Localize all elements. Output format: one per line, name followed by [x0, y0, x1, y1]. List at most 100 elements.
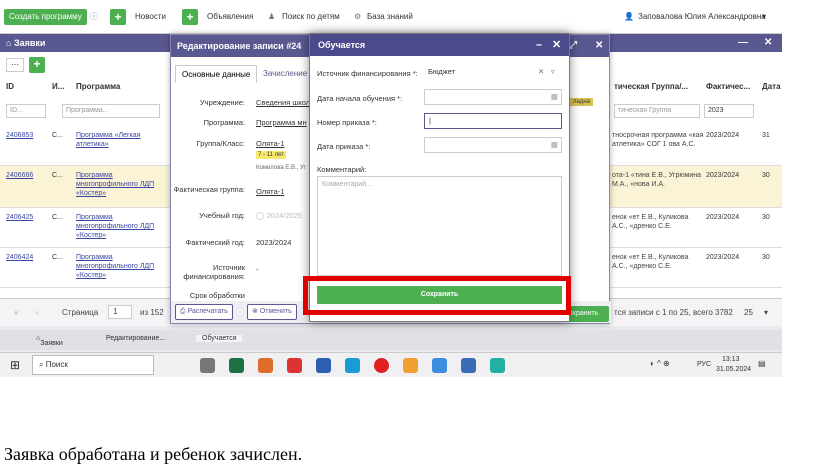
desktop-screenshot: Создать программу ⓘ + Новости + Объявлен… — [0, 0, 782, 377]
close-icon[interactable]: ✕ — [764, 34, 772, 52]
column-header-year[interactable]: Фактичес... — [706, 82, 750, 91]
row-id[interactable]: 2406424 — [6, 253, 33, 262]
column-header-group[interactable]: тическая Группа/... — [614, 82, 688, 91]
add-ad-button[interactable]: + — [182, 9, 198, 25]
close-icon[interactable]: ✕ — [595, 35, 603, 57]
filter-id-input[interactable]: ID... — [6, 104, 46, 118]
field-value[interactable]: ◯ 2024/2025 — [256, 211, 302, 220]
filter-program-input[interactable]: Программа... — [62, 104, 160, 118]
minimize-icon[interactable]: – — [536, 34, 542, 56]
page-label: Страница — [62, 308, 99, 317]
field-label: Фактический год: — [185, 238, 245, 247]
create-program-button[interactable]: Создать программу — [4, 9, 87, 25]
minimize-icon[interactable]: — — [738, 34, 748, 52]
per-page-select[interactable]: 25 — [744, 308, 753, 317]
field-label: Учебный год: — [199, 211, 245, 220]
tab-enrolled[interactable]: Обучается — [196, 335, 243, 342]
prev-page-icon[interactable]: ‹ — [36, 308, 39, 317]
calendar-icon[interactable]: ▦ — [551, 138, 558, 152]
order-date-input[interactable]: ▦ — [424, 137, 562, 153]
tray-icons[interactable]: ◐ ^ ⊕ — [650, 359, 670, 368]
news-link[interactable]: Новости — [135, 9, 166, 25]
language-indicator[interactable]: РУС — [697, 361, 711, 368]
user-name[interactable]: Заповалова Юлия Александровна — [638, 9, 766, 25]
field-value[interactable]: Олята-1 — [256, 139, 284, 148]
tab-enrollment[interactable]: Зачисление — [257, 65, 313, 83]
chevron-down-icon[interactable]: ▾ — [762, 9, 766, 25]
tab-editing[interactable]: Редактирование... — [106, 335, 165, 342]
app-icon[interactable] — [490, 358, 505, 373]
add-application-button[interactable]: + — [29, 56, 45, 74]
app-icon[interactable] — [432, 358, 447, 373]
print-button[interactable]: ⎙ Распечатать — [175, 304, 233, 320]
add-news-button[interactable]: + — [110, 9, 126, 25]
chevron-down-icon[interactable]: ▾ — [764, 308, 768, 317]
cancel-button-label: Отменить — [259, 308, 292, 315]
field-value[interactable]: Олята-1 — [256, 187, 284, 196]
column-header-date[interactable]: Дата — [762, 82, 781, 91]
field-value: 2023/2024 — [256, 238, 292, 247]
person-icon: ♟ — [268, 12, 276, 21]
taskbar-search[interactable]: ⌕ Поиск — [32, 355, 154, 375]
column-header-i[interactable]: И... — [52, 82, 64, 91]
edge-icon[interactable] — [345, 358, 360, 373]
comment-textarea[interactable]: Комментарий... — [317, 176, 562, 276]
knowledge-base-link[interactable]: База знаний — [367, 9, 413, 25]
row-program[interactable]: Программа «Легкая атлетика» — [76, 131, 166, 149]
more-icon[interactable]: ··· — [6, 58, 24, 72]
word-icon[interactable] — [316, 358, 331, 373]
order-number-input[interactable]: | — [424, 113, 562, 129]
app-icon[interactable] — [461, 358, 476, 373]
ads-link[interactable]: Объявления — [207, 9, 253, 25]
records-info: тся записи с 1 по 25, всего 3782 — [614, 308, 733, 317]
folder-icon[interactable] — [403, 358, 418, 373]
field-value[interactable]: Программа мн — [256, 118, 307, 127]
row-program[interactable]: Программа многопрофильного ЛДП «Костер» — [76, 171, 166, 198]
notifications-icon[interactable]: ▤ — [758, 359, 766, 368]
task-view-icon[interactable] — [200, 358, 215, 373]
row-program[interactable]: Программа многопрофильного ЛДП «Костер» — [76, 213, 166, 240]
field-label: Срок обработки — [189, 291, 245, 300]
app-icon[interactable] — [258, 358, 273, 373]
row-id[interactable]: 2406853 — [6, 131, 33, 140]
row-date: 30 — [762, 254, 770, 261]
column-header-id[interactable]: ID — [6, 82, 14, 91]
order-number-label: Номер приказа *: — [317, 118, 377, 127]
windows-start-icon[interactable]: ⊞ — [10, 358, 20, 372]
tab-applications[interactable]: ⌂ Заявки — [36, 335, 63, 347]
field-value-text: 2024/2025 — [266, 211, 302, 220]
tab-label: Заявки — [40, 340, 63, 347]
row-id[interactable]: 2406425 — [6, 213, 33, 222]
maximize-icon[interactable]: ⤢ — [569, 35, 577, 57]
excel-icon[interactable] — [229, 358, 244, 373]
comment-label: Комментарий: — [317, 165, 367, 174]
yandex-icon[interactable] — [287, 358, 302, 373]
clock-date: 31.05.2024 — [716, 366, 752, 373]
row-program[interactable]: Программа многопрофильного ЛДП «Костер» — [76, 253, 166, 280]
filter-year-select[interactable]: 2023 — [704, 104, 754, 118]
cancel-button[interactable]: ⊗ Отменить — [247, 304, 297, 320]
field-value[interactable]: Сведения школ — [256, 98, 310, 107]
calendar-icon[interactable]: ▦ — [551, 90, 558, 104]
highlight-frame — [303, 276, 571, 315]
first-page-icon[interactable]: « — [14, 308, 18, 317]
tab-main-data[interactable]: Основные данные — [175, 65, 258, 83]
row-date: 31 — [762, 132, 770, 139]
row-year: 2023/2024 — [706, 172, 740, 179]
page-input[interactable]: 1 — [108, 305, 132, 319]
chevron-down-icon[interactable]: ▿ — [551, 65, 555, 79]
close-icon[interactable]: ✕ — [552, 34, 561, 56]
row-id[interactable]: 2406666 — [6, 171, 33, 180]
finance-select[interactable]: Бюджет ✕ ▿ — [424, 65, 562, 81]
search-children-link[interactable]: Поиск по детям — [282, 9, 340, 25]
column-header-program[interactable]: Программа — [76, 82, 120, 91]
edit-window-title: Редактирование записи #24 — [177, 41, 302, 51]
row-year: 2023/2024 — [706, 214, 740, 221]
field-label: Учреждение: — [199, 98, 245, 107]
row-year: 2023/2024 — [706, 132, 740, 139]
help-icon[interactable]: ⓘ — [90, 9, 98, 25]
opera-icon[interactable] — [374, 358, 389, 373]
start-date-input[interactable]: ▦ — [424, 89, 562, 105]
clear-icon[interactable]: ✕ — [538, 65, 544, 79]
filter-group-input[interactable]: тическая Группа — [614, 104, 700, 118]
